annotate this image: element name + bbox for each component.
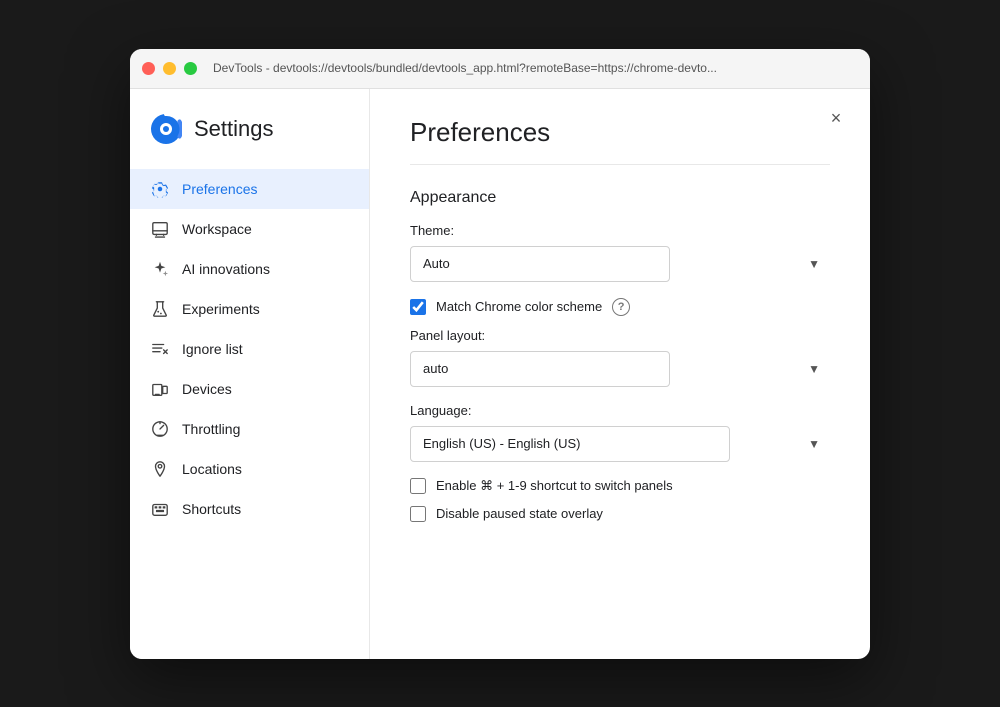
- theme-select-wrapper: Auto Light Dark ▼: [410, 246, 830, 282]
- minimize-traffic-light[interactable]: [163, 62, 176, 75]
- theme-label: Theme:: [410, 223, 830, 238]
- panel-layout-label: Panel layout:: [410, 328, 830, 343]
- settings-title: Settings: [194, 116, 274, 142]
- sidebar-header: Settings: [130, 113, 369, 169]
- shortcuts-icon: [150, 499, 170, 519]
- match-chrome-label[interactable]: Match Chrome color scheme: [436, 299, 602, 314]
- ai-label: AI innovations: [182, 261, 270, 277]
- shortcut-label[interactable]: Enable ⌘ + 1-9 shortcut to switch panels: [436, 478, 673, 494]
- match-chrome-row: Match Chrome color scheme ?: [410, 298, 830, 316]
- sidebar-item-experiments[interactable]: Experiments: [130, 289, 369, 329]
- sidebar-item-throttling[interactable]: Throttling: [130, 409, 369, 449]
- window-title: DevTools - devtools://devtools/bundled/d…: [213, 61, 858, 75]
- ignore-list-label: Ignore list: [182, 341, 243, 357]
- panel-title: Preferences: [410, 117, 830, 148]
- shortcuts-label: Shortcuts: [182, 501, 241, 517]
- sidebar-item-locations[interactable]: Locations: [130, 449, 369, 489]
- appearance-title: Appearance: [410, 189, 830, 207]
- panel-layout-select[interactable]: auto horizontal vertical: [410, 351, 670, 387]
- close-traffic-light[interactable]: [142, 62, 155, 75]
- locations-icon: [150, 459, 170, 479]
- workspace-icon: [150, 219, 170, 239]
- traffic-lights: [142, 62, 197, 75]
- ignore-list-icon: [150, 339, 170, 359]
- paused-overlay-row: Disable paused state overlay: [410, 506, 830, 522]
- language-label: Language:: [410, 403, 830, 418]
- devtools-window: DevTools - devtools://devtools/bundled/d…: [130, 49, 870, 659]
- content-area: Settings Preferences: [130, 89, 870, 659]
- devices-label: Devices: [182, 381, 232, 397]
- titlebar: DevTools - devtools://devtools/bundled/d…: [130, 49, 870, 89]
- devtools-logo: [150, 113, 182, 145]
- help-icon[interactable]: ?: [612, 298, 630, 316]
- sidebar-item-preferences[interactable]: Preferences: [130, 169, 369, 209]
- theme-select-arrow: ▼: [808, 257, 820, 271]
- throttling-label: Throttling: [182, 421, 240, 437]
- panel-divider: [410, 164, 830, 165]
- sidebar-item-devices[interactable]: Devices: [130, 369, 369, 409]
- shortcut-checkbox[interactable]: [410, 478, 426, 494]
- main-panel: × Preferences Appearance Theme: Auto Lig…: [370, 89, 870, 659]
- throttling-icon: [150, 419, 170, 439]
- language-select-wrapper: English (US) - English (US) Deutsch Fran…: [410, 426, 830, 462]
- ai-icon: [150, 259, 170, 279]
- sidebar: Settings Preferences: [130, 89, 370, 659]
- sidebar-item-workspace[interactable]: Workspace: [130, 209, 369, 249]
- close-button[interactable]: ×: [822, 105, 850, 133]
- preferences-label: Preferences: [182, 181, 257, 197]
- language-select[interactable]: English (US) - English (US) Deutsch Fran…: [410, 426, 730, 462]
- devices-icon: [150, 379, 170, 399]
- language-select-arrow: ▼: [808, 437, 820, 451]
- maximize-traffic-light[interactable]: [184, 62, 197, 75]
- panel-layout-select-wrapper: auto horizontal vertical ▼: [410, 351, 830, 387]
- panel-layout-select-arrow: ▼: [808, 362, 820, 376]
- sidebar-item-ignore-list[interactable]: Ignore list: [130, 329, 369, 369]
- paused-overlay-checkbox[interactable]: [410, 506, 426, 522]
- appearance-section: Appearance Theme: Auto Light Dark ▼ Matc…: [410, 189, 830, 522]
- paused-overlay-label[interactable]: Disable paused state overlay: [436, 506, 603, 521]
- shortcut-row: Enable ⌘ + 1-9 shortcut to switch panels: [410, 478, 830, 494]
- sidebar-item-ai[interactable]: AI innovations: [130, 249, 369, 289]
- preferences-icon: [150, 179, 170, 199]
- sidebar-item-shortcuts[interactable]: Shortcuts: [130, 489, 369, 529]
- workspace-label: Workspace: [182, 221, 252, 237]
- experiments-icon: [150, 299, 170, 319]
- locations-label: Locations: [182, 461, 242, 477]
- theme-select[interactable]: Auto Light Dark: [410, 246, 670, 282]
- match-chrome-checkbox[interactable]: [410, 299, 426, 315]
- experiments-label: Experiments: [182, 301, 260, 317]
